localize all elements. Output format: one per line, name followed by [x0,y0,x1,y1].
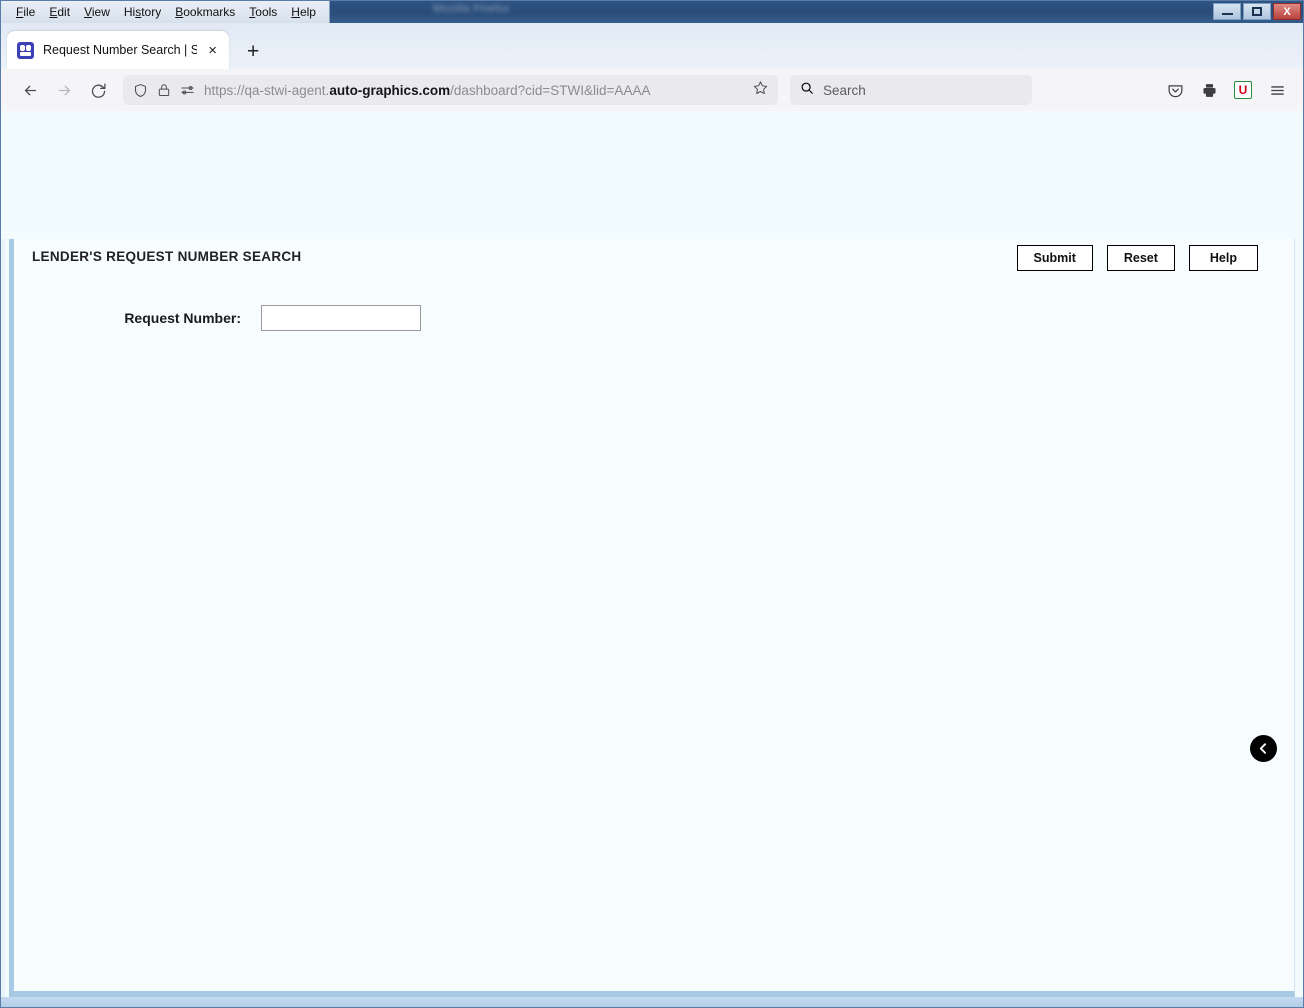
back-button[interactable] [13,75,47,105]
browser-chrome: Request Number Search | STWI × + [1,23,1303,111]
url-text[interactable]: https://qa-stwi-agent.auto-graphics.com/… [204,83,744,98]
page-title: LENDER'S REQUEST NUMBER SEARCH [32,249,302,264]
menu-bookmarks[interactable]: Bookmarks [168,2,242,22]
menu-view[interactable]: View [77,2,117,22]
bookmark-star-icon[interactable] [753,80,768,100]
menu-bar: File Edit View History Bookmarks Tools H… [1,1,330,23]
panel-actions: Submit Reset Help [1016,245,1258,271]
close-window-button[interactable]: X [1273,3,1301,20]
minimize-button[interactable] [1213,3,1241,20]
new-tab-button[interactable]: + [247,41,259,62]
reset-button[interactable]: Reset [1106,245,1175,271]
request-number-input[interactable] [261,305,421,331]
page-viewport: AAAA - Demo LIbrary All Headings [1,111,1303,1007]
help-button[interactable]: Help [1188,245,1258,271]
extension-icon[interactable]: U [1229,76,1257,104]
forward-button[interactable] [47,75,81,105]
window-titlebar: Mozilla Firefox File Edit View History B… [1,1,1303,23]
left-edge-strip [1,239,5,997]
app-menu-icon[interactable] [1263,76,1291,104]
browser-toolbar-icons: U [1151,76,1291,104]
page-bottom-strip [1,997,1303,1007]
print-icon[interactable] [1195,76,1223,104]
tab-favicon-icon [17,41,34,59]
pocket-icon[interactable] [1161,76,1189,104]
browser-navbar: https://qa-stwi-agent.auto-graphics.com/… [1,69,1303,111]
menu-edit[interactable]: Edit [42,2,77,22]
request-number-form-row: Request Number: [14,305,421,331]
shield-icon[interactable] [133,83,148,98]
window-title-text: Mozilla Firefox [433,3,510,15]
collapse-panel-button[interactable] [1250,735,1277,762]
submit-button[interactable]: Submit [1016,245,1093,271]
lock-icon[interactable] [157,83,171,97]
address-bar[interactable]: https://qa-stwi-agent.auto-graphics.com/… [123,75,778,105]
reload-button[interactable] [81,75,115,105]
menu-file[interactable]: File [9,2,42,22]
content-panel: LENDER'S REQUEST NUMBER SEARCH Submit Re… [9,239,1295,997]
search-icon [800,81,814,100]
browser-tab[interactable]: Request Number Search | STWI × [7,31,229,69]
browser-search-bar[interactable]: Search [790,75,1032,105]
window-controls: X [1213,3,1301,20]
close-tab-icon[interactable]: × [206,43,219,58]
tab-strip: Request Number Search | STWI × + [1,23,1303,69]
request-number-label: Request Number: [124,310,241,326]
menu-history[interactable]: History [117,2,168,22]
os-window: Mozilla Firefox File Edit View History B… [0,0,1304,1008]
panel-title-row: LENDER'S REQUEST NUMBER SEARCH Submit Re… [14,239,1294,277]
browser-search-input[interactable]: Search [823,83,866,98]
menu-tools[interactable]: Tools [242,2,284,22]
maximize-button[interactable] [1243,3,1271,20]
menu-help[interactable]: Help [284,2,323,22]
tab-title: Request Number Search | STWI [43,43,198,57]
permissions-icon[interactable] [180,83,195,98]
